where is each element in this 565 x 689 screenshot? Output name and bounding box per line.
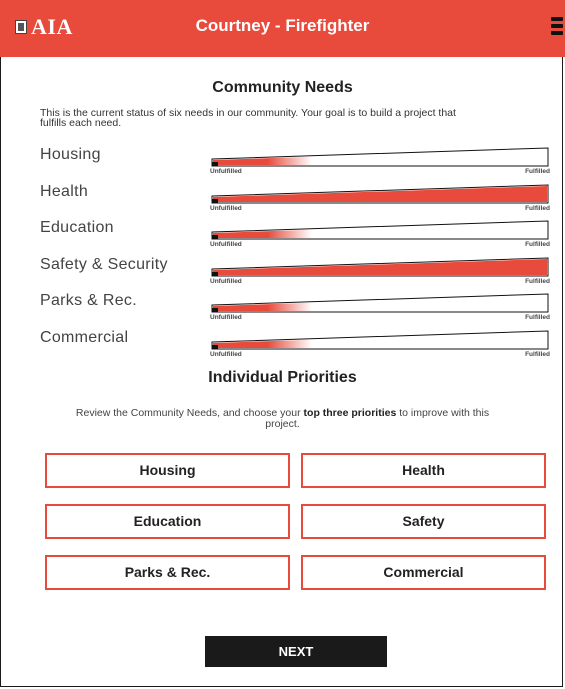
need-row: Health Unfulfilled Fulfilled [40, 183, 555, 219]
need-label: Health [40, 182, 89, 200]
priority-housing-button[interactable]: Housing [45, 453, 290, 488]
scale-high-label: Fulfilled [525, 241, 550, 248]
scale-low-label: Unfulfilled [210, 314, 242, 321]
need-label: Parks & Rec. [40, 292, 137, 309]
scale-high-label: Fulfilled [525, 277, 550, 285]
need-meter: Unfulfilled Fulfilled [210, 292, 550, 324]
scale-high-label: Fulfilled [525, 168, 550, 175]
need-row: Parks & Rec. Unfulfilled Fulfilled [40, 292, 555, 328]
intro-line-2: fulfills each need. [40, 117, 122, 129]
scale-low-label: Unfulfilled [210, 168, 242, 175]
page-title: Courtney - Firefighter [195, 16, 370, 35]
individual-priorities-title: Individual Priorities [208, 369, 357, 386]
scale-high-label: Fulfilled [525, 350, 550, 358]
priority-commercial-button[interactable]: Commercial [301, 555, 546, 590]
note-bold: top three priorities [303, 407, 397, 419]
priority-health-button[interactable]: Health [301, 453, 546, 488]
meter-graphic [211, 329, 549, 349]
meter-start-tick [212, 235, 218, 239]
note-line-2: project. [265, 418, 300, 430]
priority-parks-button[interactable]: Parks & Rec. [45, 555, 290, 590]
meter-graphic [211, 256, 549, 276]
meter-start-tick [212, 198, 218, 203]
next-button[interactable]: NEXT [205, 636, 387, 667]
priorities-note: Review the Community Needs, and choose y… [20, 408, 545, 430]
meter-start-tick [212, 271, 218, 276]
scale-low-label: Unfulfilled [210, 241, 242, 248]
scale-high-label: Fulfilled [525, 204, 550, 212]
need-label: Safety & Security [40, 255, 168, 273]
meter-graphic [211, 183, 549, 203]
scale-high-label: Fulfilled [525, 314, 550, 321]
app-header: AIA Courtney - Firefighter [0, 0, 565, 57]
community-needs-title: Community Needs [212, 79, 353, 96]
need-meter: Unfulfilled Fulfilled [210, 146, 550, 178]
need-meter: Unfulfilled Fulfilled [210, 183, 550, 215]
priority-safety-button[interactable]: Safety [301, 504, 546, 539]
note-post: to improve with this [399, 407, 490, 419]
scale-low-label: Unfulfilled [210, 350, 242, 358]
meter-graphic [211, 147, 549, 167]
meter-start-tick [212, 344, 218, 349]
need-row: Education Unfulfilled Fulfilled [40, 219, 555, 255]
meter-graphic [211, 220, 549, 240]
need-meter: Unfulfilled Fulfilled [210, 256, 550, 288]
need-label: Commercial [40, 328, 129, 346]
need-row: Safety & Security Unfulfilled Fulfilled [40, 256, 555, 292]
meter-start-tick [212, 162, 218, 166]
menu-icon[interactable] [551, 17, 563, 37]
community-needs-intro: This is the current status of six needs … [40, 108, 550, 129]
scale-low-label: Unfulfilled [210, 204, 242, 212]
need-label: Housing [40, 146, 101, 163]
need-label: Education [40, 219, 114, 236]
meter-start-tick [212, 308, 218, 312]
need-row: Commercial Unfulfilled Fulfilled [40, 329, 555, 365]
need-meter: Unfulfilled Fulfilled [210, 329, 550, 361]
meter-graphic [211, 293, 549, 313]
need-row: Housing Unfulfilled Fulfilled [40, 146, 555, 182]
priority-education-button[interactable]: Education [45, 504, 290, 539]
scale-low-label: Unfulfilled [210, 277, 242, 285]
need-meter: Unfulfilled Fulfilled [210, 219, 550, 251]
